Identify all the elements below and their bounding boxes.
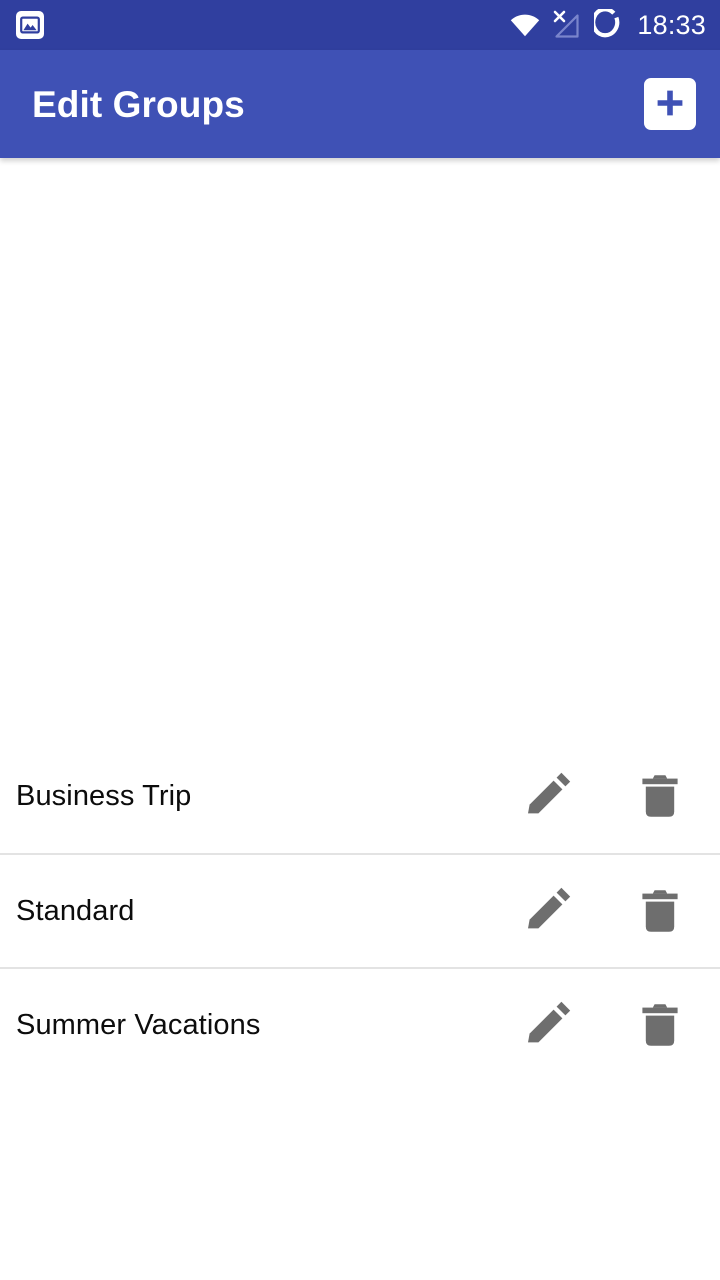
row-actions bbox=[506, 983, 720, 1067]
row-actions bbox=[506, 754, 720, 838]
page-title: Edit Groups bbox=[32, 83, 245, 125]
trash-icon bbox=[632, 883, 688, 939]
edit-group-button[interactable] bbox=[506, 869, 590, 953]
group-list: Business Trip Standard Summer Vacations bbox=[0, 739, 720, 1280]
app-bar: Edit Groups bbox=[0, 50, 720, 158]
content-area: Business Trip Standard Summer Vacations bbox=[0, 158, 720, 1280]
pencil-icon bbox=[520, 768, 576, 824]
edit-group-button[interactable] bbox=[506, 983, 590, 1067]
pencil-icon bbox=[520, 997, 576, 1053]
status-bar-notifications bbox=[16, 11, 44, 39]
row-actions bbox=[506, 869, 720, 953]
list-item[interactable]: Summer Vacations bbox=[0, 967, 720, 1081]
delete-group-button[interactable] bbox=[618, 869, 702, 953]
list-item[interactable]: Business Trip bbox=[0, 739, 720, 853]
group-name: Business Trip bbox=[16, 779, 192, 812]
cellular-no-signal-icon bbox=[551, 10, 583, 40]
group-name: Summer Vacations bbox=[16, 1008, 261, 1041]
battery-ring-icon bbox=[594, 9, 624, 41]
trash-icon bbox=[632, 997, 688, 1053]
group-name: Standard bbox=[16, 894, 135, 927]
photo-notification-icon bbox=[16, 11, 44, 39]
trash-icon bbox=[632, 768, 688, 824]
empty-space bbox=[0, 158, 720, 739]
edit-group-button[interactable] bbox=[506, 754, 590, 838]
app-screen: 18:33 Edit Groups Business Trip Standard… bbox=[0, 0, 720, 1280]
status-bar-clock: 18:33 bbox=[637, 9, 706, 40]
delete-group-button[interactable] bbox=[618, 754, 702, 838]
plus-icon bbox=[653, 86, 687, 123]
status-bar: 18:33 bbox=[0, 0, 720, 50]
pencil-icon bbox=[520, 883, 576, 939]
delete-group-button[interactable] bbox=[618, 983, 702, 1067]
wifi-icon bbox=[510, 13, 540, 37]
status-bar-system-icons: 18:33 bbox=[510, 9, 706, 41]
add-group-button[interactable] bbox=[644, 78, 696, 130]
list-item[interactable]: Standard bbox=[0, 853, 720, 967]
